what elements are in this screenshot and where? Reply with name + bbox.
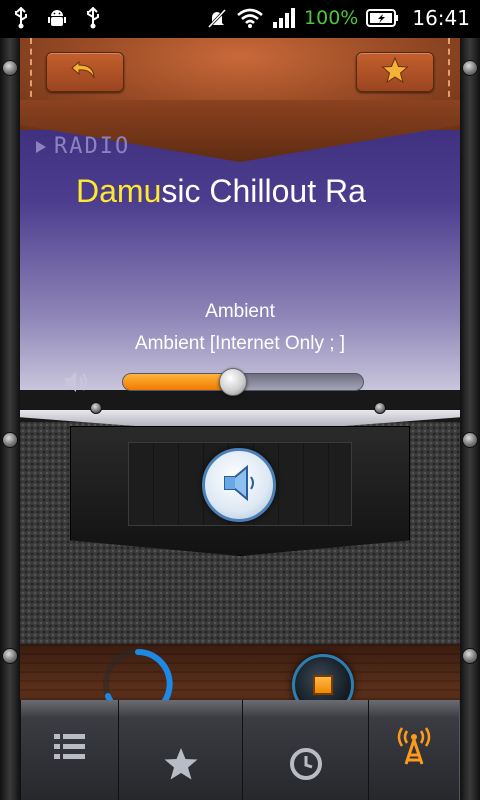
speaker-button[interactable] [202, 448, 276, 522]
stop-icon [313, 675, 333, 695]
tab-history[interactable] [242, 700, 370, 800]
station-title-rest: sic Chillout Ra [161, 173, 366, 209]
right-rail [460, 38, 480, 800]
android-debug-icon [46, 7, 68, 29]
undo-arrow-icon [70, 58, 100, 86]
clock-icon [288, 746, 324, 786]
star-icon [381, 56, 409, 88]
status-bar: 100% 16:41 [0, 0, 480, 38]
signal-icon [272, 7, 296, 29]
station-description: Ambient [Internet Only ; ] [134, 333, 346, 354]
play-indicator-icon [36, 140, 46, 153]
battery-percent: 100% [304, 7, 359, 29]
wifi-icon [236, 7, 264, 29]
tab-radio[interactable] [368, 700, 460, 800]
screw-icon [374, 402, 386, 414]
app-frame: RADIO Damusic Chillout Ra Ambient Ambien… [0, 38, 480, 800]
usb-icon [10, 7, 32, 29]
clock-time: 16:41 [412, 6, 470, 30]
screw-icon [462, 432, 478, 448]
screw-icon [462, 60, 478, 76]
favorite-button[interactable] [356, 52, 434, 92]
left-rail [0, 38, 20, 800]
bottom-tab-bar [20, 700, 460, 800]
volume-slider-handle[interactable] [219, 368, 248, 396]
screw-icon [2, 60, 18, 76]
station-title: Damusic Chillout Ra [76, 170, 404, 212]
speaker-icon [217, 461, 261, 509]
screw-icon [2, 432, 18, 448]
station-title-highlight: Damu [76, 173, 162, 209]
volume-icon[interactable] [62, 368, 90, 396]
screw-icon [2, 648, 18, 664]
list-icon [53, 732, 87, 766]
radio-mode-text: RADIO [54, 134, 131, 159]
battery-icon [366, 7, 400, 29]
tab-list[interactable] [20, 700, 120, 800]
radio-tower-icon [394, 726, 434, 770]
tab-favorites[interactable] [118, 700, 244, 800]
radio-mode-label: RADIO [36, 134, 130, 159]
volume-slider-fill [123, 374, 234, 390]
back-button[interactable] [46, 52, 124, 92]
usb-icon [82, 7, 104, 29]
screw-icon [90, 402, 102, 414]
star-icon [162, 746, 200, 786]
station-genre: Ambient [205, 301, 275, 322]
mute-icon [206, 7, 228, 29]
screw-icon [462, 648, 478, 664]
